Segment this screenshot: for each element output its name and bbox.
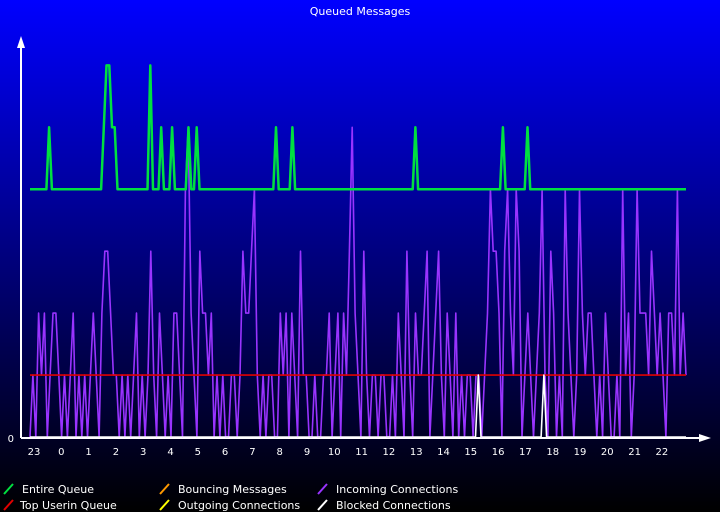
legend: Entire Queue Top Userin Queue Bouncing M… (3, 483, 458, 512)
x-tick-labels: 23 0 1 2 3 4 5 6 7 8 9 10 11 12 13 14 15 16 17 18 19 20 21 22 (28, 447, 669, 458)
series-line-incoming-connections (29, 126, 687, 438)
y-tick-label: 0 (8, 434, 14, 445)
series-line-entire-queue (30, 64, 686, 191)
x-tick-label: 1 (85, 447, 91, 458)
x-tick-label: 10 (328, 447, 341, 458)
x-tick-label: 4 (167, 447, 173, 458)
x-tick-label: 13 (410, 447, 423, 458)
x-tick-label: 15 (464, 447, 477, 458)
x-tick-label: 17 (519, 447, 532, 458)
x-tick-label: 21 (628, 447, 641, 458)
legend-item-top-userin-queue: Top Userin Queue (3, 499, 117, 512)
legend-label: Blocked Connections (336, 499, 451, 512)
legend-swatch (159, 499, 170, 511)
y-axis-arrow (17, 36, 25, 48)
x-tick-label: 19 (574, 447, 587, 458)
legend-swatch (3, 499, 14, 511)
legend-label: Top Userin Queue (19, 499, 117, 512)
legend-swatch (159, 483, 170, 495)
legend-swatch (3, 483, 14, 495)
x-tick-label: 23 (28, 447, 41, 458)
x-tick-label: 0 (58, 447, 64, 458)
x-tick-label: 5 (195, 447, 201, 458)
x-tick-label: 7 (249, 447, 255, 458)
legend-swatch (317, 499, 328, 511)
chart-title: Queued Messages (310, 5, 411, 18)
x-tick-label: 6 (222, 447, 228, 458)
x-tick-label: 20 (601, 447, 614, 458)
legend-label: Outgoing Connections (178, 499, 300, 512)
x-axis-arrow (699, 434, 711, 442)
x-tick-label: 22 (656, 447, 669, 458)
x-tick-label: 12 (383, 447, 396, 458)
legend-item-blocked-connections: Blocked Connections (317, 499, 451, 512)
legend-item-bouncing-messages: Bouncing Messages (159, 483, 287, 496)
x-tick-label: 16 (492, 447, 505, 458)
legend-swatch (317, 483, 328, 495)
plot-area (29, 64, 687, 438)
legend-label: Incoming Connections (336, 483, 458, 496)
legend-item-incoming-connections: Incoming Connections (317, 483, 458, 496)
x-tick-label: 18 (546, 447, 559, 458)
legend-label: Entire Queue (22, 483, 94, 496)
x-tick-label: 11 (355, 447, 368, 458)
x-tick-label: 8 (277, 447, 283, 458)
legend-item-outgoing-connections: Outgoing Connections (159, 499, 300, 512)
x-tick-label: 14 (437, 447, 450, 458)
legend-item-entire-queue: Entire Queue (3, 483, 94, 496)
x-tick-label: 3 (140, 447, 146, 458)
legend-label: Bouncing Messages (178, 483, 287, 496)
x-tick-label: 9 (304, 447, 310, 458)
x-tick-label: 2 (113, 447, 119, 458)
axes: 0 (8, 36, 711, 445)
queued-messages-chart: Queued Messages 0 23 0 1 2 3 4 5 6 7 8 9 10 11 12 13 14… (3, 5, 711, 512)
